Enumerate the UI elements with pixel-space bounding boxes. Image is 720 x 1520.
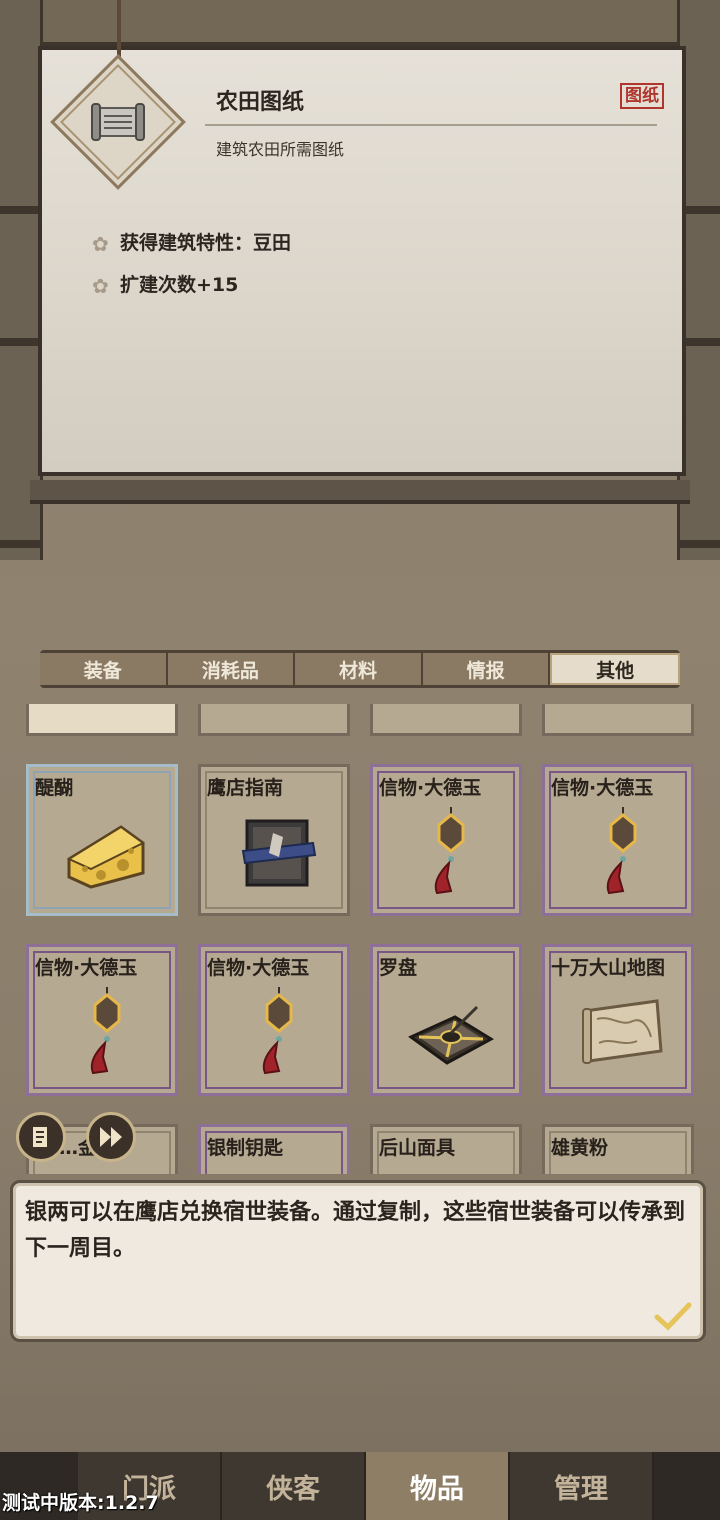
slot-name: 信物·大德玉 [35, 957, 138, 979]
slot-name: 罗盘 [379, 957, 418, 979]
slot-name: 银制钥匙 [207, 1137, 284, 1159]
slot-name: 十万大山地图 [551, 957, 666, 979]
inventory-slot[interactable]: 信物·大德玉 [198, 944, 350, 1096]
inventory-slot[interactable] [370, 704, 522, 736]
confirm-check-icon[interactable] [653, 1299, 693, 1333]
compass-icon [408, 1005, 494, 1065]
item-description: 建筑农田所需图纸 [216, 140, 345, 159]
inventory-slot[interactable]: 银制钥匙 [198, 1124, 350, 1174]
inventory-slot[interactable] [26, 704, 178, 736]
jade-pendant-icon [262, 987, 293, 1075]
frame-left [0, 0, 43, 560]
frame-divider [0, 540, 40, 548]
inventory-slot[interactable]: 醍醐 [26, 764, 178, 916]
slot-name: 信物·大德玉 [207, 957, 310, 979]
frame-divider [0, 338, 40, 346]
scroll-icon [91, 103, 145, 141]
tab-materials[interactable]: 材料 [295, 653, 423, 685]
jade-pendant-icon [90, 987, 121, 1075]
inventory-slot[interactable]: 后山面具 [370, 1124, 522, 1174]
fast-forward-button[interactable] [86, 1112, 136, 1162]
inventory-slot[interactable] [198, 704, 350, 736]
jade-pendant-icon [434, 807, 465, 895]
map-scroll-icon [582, 999, 663, 1064]
nav-heroes[interactable]: 侠客 [222, 1452, 366, 1520]
nav-management[interactable]: 管理 [510, 1452, 654, 1520]
cheese-icon [66, 825, 145, 889]
frame-divider [680, 206, 720, 214]
inventory-slot[interactable]: 信物·大德玉 [26, 944, 178, 1096]
inventory-slot[interactable]: 雄黄粉 [542, 1124, 694, 1174]
item-title: 农田图纸 [216, 90, 305, 115]
frame-divider [680, 540, 720, 548]
item-property: ✿ 扩建次数+15 [92, 273, 239, 298]
tab-equipment[interactable]: 装备 [40, 653, 168, 685]
slot-name: 鹰店指南 [207, 777, 284, 799]
inventory-slot[interactable]: 罗盘 [370, 944, 522, 1096]
jade-pendant-icon [606, 807, 637, 895]
slot-name: 信物·大德玉 [551, 777, 654, 799]
tab-other[interactable]: 其他 [550, 653, 680, 685]
item-property: ✿ 获得建筑特性：豆田 [92, 231, 292, 256]
flower-icon: ✿ [92, 231, 109, 256]
tab-consumables[interactable]: 消耗品 [167, 653, 296, 685]
item-category-badge: 图纸 [620, 83, 664, 109]
tutorial-dialog[interactable]: 银两可以在鹰店兑换宿世装备。通过复制，这些宿世装备可以传承到下一周目。 [10, 1180, 706, 1342]
inventory-slot[interactable]: 信物·大德玉 [370, 764, 522, 916]
title-divider [205, 124, 657, 126]
log-button[interactable] [16, 1112, 66, 1162]
inventory-slot[interactable] [542, 704, 694, 736]
frame-top [0, 0, 720, 46]
version-label: 测试中版本:1.2.7 [2, 1492, 159, 1514]
slot-name: 信物·大德玉 [379, 777, 482, 799]
flower-icon: ✿ [92, 273, 109, 298]
slot-name: 雄黄粉 [551, 1137, 609, 1159]
log-icon [31, 1125, 49, 1149]
category-tabs: 装备 消耗品 材料 情报 其他 [40, 650, 680, 688]
tab-intel[interactable]: 情报 [422, 653, 551, 685]
inventory-slot[interactable]: 信物·大德玉 [542, 764, 694, 916]
inventory-slot[interactable]: 十万大山地图 [542, 944, 694, 1096]
nav-items[interactable]: 物品 [366, 1452, 510, 1520]
item-icon-frame [48, 52, 188, 192]
book-icon [241, 819, 317, 887]
slot-name: 醍醐 [35, 777, 74, 799]
frame-divider [680, 338, 720, 346]
dialog-text: 银两可以在鹰店兑换宿世装备。通过复制，这些宿世装备可以传承到下一周目。 [25, 1200, 686, 1261]
fast-forward-icon [100, 1127, 122, 1147]
panel-base [30, 480, 690, 504]
inventory-slot[interactable]: 鹰店指南 [198, 764, 350, 916]
slot-name: 后山面具 [379, 1137, 456, 1159]
inventory-grid[interactable]: 醍醐 鹰店指南 信物·大德玉 信物·大德玉 信物·大德玉 信物·大德玉 罗盘 十… [12, 704, 708, 1174]
frame-divider [0, 206, 40, 214]
